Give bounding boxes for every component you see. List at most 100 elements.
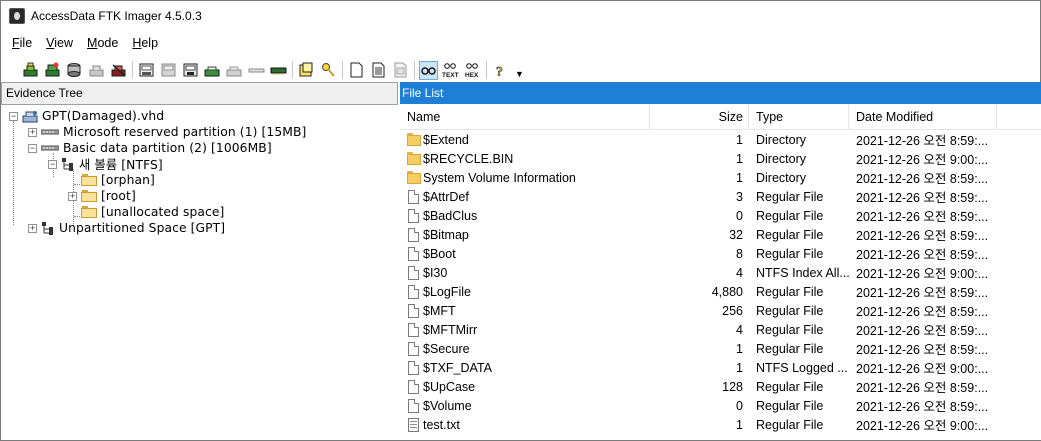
image-mounting-button[interactable]: [65, 61, 84, 80]
add-evidence-button[interactable]: [21, 61, 40, 80]
file-list-row[interactable]: $Extend 1 Directory 2021-12-26 오전 8:59:...: [400, 130, 1041, 149]
column-header-date-modified[interactable]: Date Modified: [849, 103, 997, 130]
file-list-row[interactable]: $LogFile 4,880 Regular File 2021-12-26 오전 8…: [400, 282, 1041, 301]
column-header-type[interactable]: Type: [749, 103, 849, 130]
file-list-row[interactable]: $UpCase 128 Regular File 2021-12-26 오전 8:59…: [400, 377, 1041, 396]
tree-item-unpartitioned[interactable]: + Unpartitioned Space [GPT]: [1, 220, 398, 236]
help-button[interactable]: ?: [491, 61, 510, 80]
menu-view-label: iew: [54, 36, 74, 50]
auto-mode-button[interactable]: [419, 60, 438, 80]
file-name-cell: $Boot: [400, 246, 650, 261]
menu-mode[interactable]: Mode: [80, 33, 125, 53]
file-list-row[interactable]: $MFT 256 Regular File 2021-12-26 오전 8:59:..…: [400, 301, 1041, 320]
file-date-modified: 2021-12-26 오전 8:59:...: [856, 343, 989, 357]
file-list-row[interactable]: $BadClus 0 Regular File 2021-12-26 오전 8:59:…: [400, 206, 1041, 225]
toolbar-overflow-arrow-icon[interactable]: ▼: [515, 69, 524, 79]
partition-icon: [41, 145, 59, 151]
file-name-cell: $RECYCLE.BIN: [400, 152, 650, 166]
remove-evidence-button[interactable]: [87, 61, 106, 80]
file-list-row[interactable]: $Boot 8 Regular File 2021-12-26 오전 8:59:...: [400, 244, 1041, 263]
file-name-cell: $MFT: [400, 303, 650, 318]
file-name-cell: $Secure: [400, 341, 650, 356]
file-icon: [408, 208, 419, 223]
create-custom-content-image-button[interactable]: [225, 61, 244, 80]
collapse-toggle[interactable]: −: [48, 159, 57, 169]
expand-toggle[interactable]: +: [68, 191, 77, 201]
evidence-tree-pane: Evidence Tree − GPT(Damaged).vhd + Micro…: [1, 82, 398, 440]
file-list-row[interactable]: $TXF_DATA 1 NTFS Logged ... 2021-12-26 오전 9…: [400, 358, 1041, 377]
tree-item-volume[interactable]: − 새 볼륨 [NTFS]: [1, 156, 398, 172]
export-logical-image-button[interactable]: [181, 61, 200, 80]
remove-all-evidence-icon: [111, 64, 126, 77]
export-hash-list-button[interactable]: [369, 61, 388, 80]
collapse-toggle[interactable]: −: [28, 143, 37, 153]
file-name-cell: $TXF_DATA: [400, 360, 650, 375]
volume-tree-icon: [62, 158, 73, 171]
remove-all-evidence-button[interactable]: [109, 61, 128, 80]
file-name: $MFTMirr: [423, 322, 478, 337]
create-disk-image-button[interactable]: [137, 61, 156, 80]
file-icon: [408, 360, 419, 375]
column-header-name[interactable]: Name: [400, 103, 650, 130]
text-mode-button[interactable]: TEXT: [441, 61, 460, 80]
menu-file[interactable]: File: [5, 33, 39, 53]
file-list-row[interactable]: $RECYCLE.BIN 1 Directory 2021-12-26 오전 9:00…: [400, 149, 1041, 168]
file-name: $MFT: [423, 303, 456, 318]
expand-toggle[interactable]: +: [28, 223, 37, 233]
toolbar-separator: [132, 61, 133, 79]
export-files-button[interactable]: [347, 61, 366, 80]
file-list-row[interactable]: $Bitmap 32 Regular File 2021-12-26 오전 8:59:…: [400, 225, 1041, 244]
file-list-row[interactable]: $I30 4 NTFS Index All... 2021-12-26 오전 9:00…: [400, 263, 1041, 282]
file-date-modified: 2021-12-26 오전 8:59:...: [856, 229, 989, 243]
file-date-modified: 2021-12-26 오전 8:59:...: [856, 381, 989, 395]
file-size: 1: [736, 170, 743, 185]
file-list-row[interactable]: $MFTMirr 4 Regular File 2021-12-26 오전 8:59:…: [400, 320, 1041, 339]
file-size: 1: [736, 151, 743, 166]
tree-item-vhd[interactable]: − GPT(Damaged).vhd: [1, 108, 398, 124]
expand-toggle[interactable]: +: [28, 127, 37, 137]
file-name-cell: $UpCase: [400, 379, 650, 394]
tree-item-unallocated[interactable]: [unallocated space]: [1, 204, 398, 220]
folder-icon: [81, 206, 97, 218]
toolbar: TEXT HEX ? ▼: [1, 57, 1040, 83]
decrypt-button[interactable]: [247, 61, 266, 80]
export-disk-image-button[interactable]: [159, 61, 178, 80]
file-type: Regular File: [756, 208, 824, 223]
collapse-toggle[interactable]: −: [9, 111, 18, 121]
column-header-size[interactable]: Size: [650, 103, 749, 130]
menu-view[interactable]: View: [39, 33, 80, 53]
file-list-row[interactable]: $AttrDef 3 Regular File 2021-12-26 오전 8:59:…: [400, 187, 1041, 206]
add-all-evidence-button[interactable]: [43, 61, 62, 80]
tree-item-partition-2[interactable]: − Basic data partition (2) [1006MB]: [1, 140, 398, 156]
add-all-evidence-icon: [45, 62, 60, 77]
verify-drive-button[interactable]: [391, 61, 410, 80]
hex-mode-button[interactable]: HEX: [463, 61, 482, 80]
file-name-cell: $AttrDef: [400, 189, 650, 204]
file-date-modified: 2021-12-26 오전 9:00:...: [856, 267, 989, 281]
detect-efs-button[interactable]: [319, 61, 338, 80]
file-size: 4,880: [711, 284, 743, 299]
tree-item-root[interactable]: + [root]: [1, 188, 398, 204]
capture-memory-button[interactable]: [269, 61, 288, 80]
menu-help[interactable]: Help: [125, 33, 165, 53]
tree-item-partition-1[interactable]: + Microsoft reserved partition (1) [15MB…: [1, 124, 398, 140]
file-icon: [408, 398, 419, 413]
disk-image-icon: [22, 111, 38, 123]
tree-item-label: 새 볼륨 [NTFS]: [79, 158, 163, 172]
file-list-row[interactable]: test.txt 1 Regular File 2021-12-26 오전 9:00:…: [400, 415, 1041, 434]
obtain-protected-files-button[interactable]: [297, 61, 316, 80]
file-size: 4: [736, 322, 743, 337]
file-list-column-headers: Name Size Type Date Modified: [400, 103, 1041, 130]
file-list-row[interactable]: $Volume 0 Regular File 2021-12-26 오전 8:59:.…: [400, 396, 1041, 415]
add-to-custom-content-button[interactable]: [203, 61, 222, 80]
menu-file-mnemonic: F: [12, 36, 20, 50]
text-mode-icon: TEXT: [442, 63, 459, 79]
tree-item-orphan[interactable]: [orphan]: [1, 172, 398, 188]
file-name: $Bitmap: [423, 227, 469, 242]
file-list-row[interactable]: $Secure 1 Regular File 2021-12-26 오전 8:59:.…: [400, 339, 1041, 358]
toolbar-separator: [292, 61, 293, 79]
file-name: test.txt: [423, 417, 460, 432]
file-list-row[interactable]: System Volume Information 1 Directory 2021-…: [400, 168, 1041, 187]
hex-mode-icon: HEX: [465, 63, 479, 79]
export-logical-image-icon: [183, 63, 198, 77]
